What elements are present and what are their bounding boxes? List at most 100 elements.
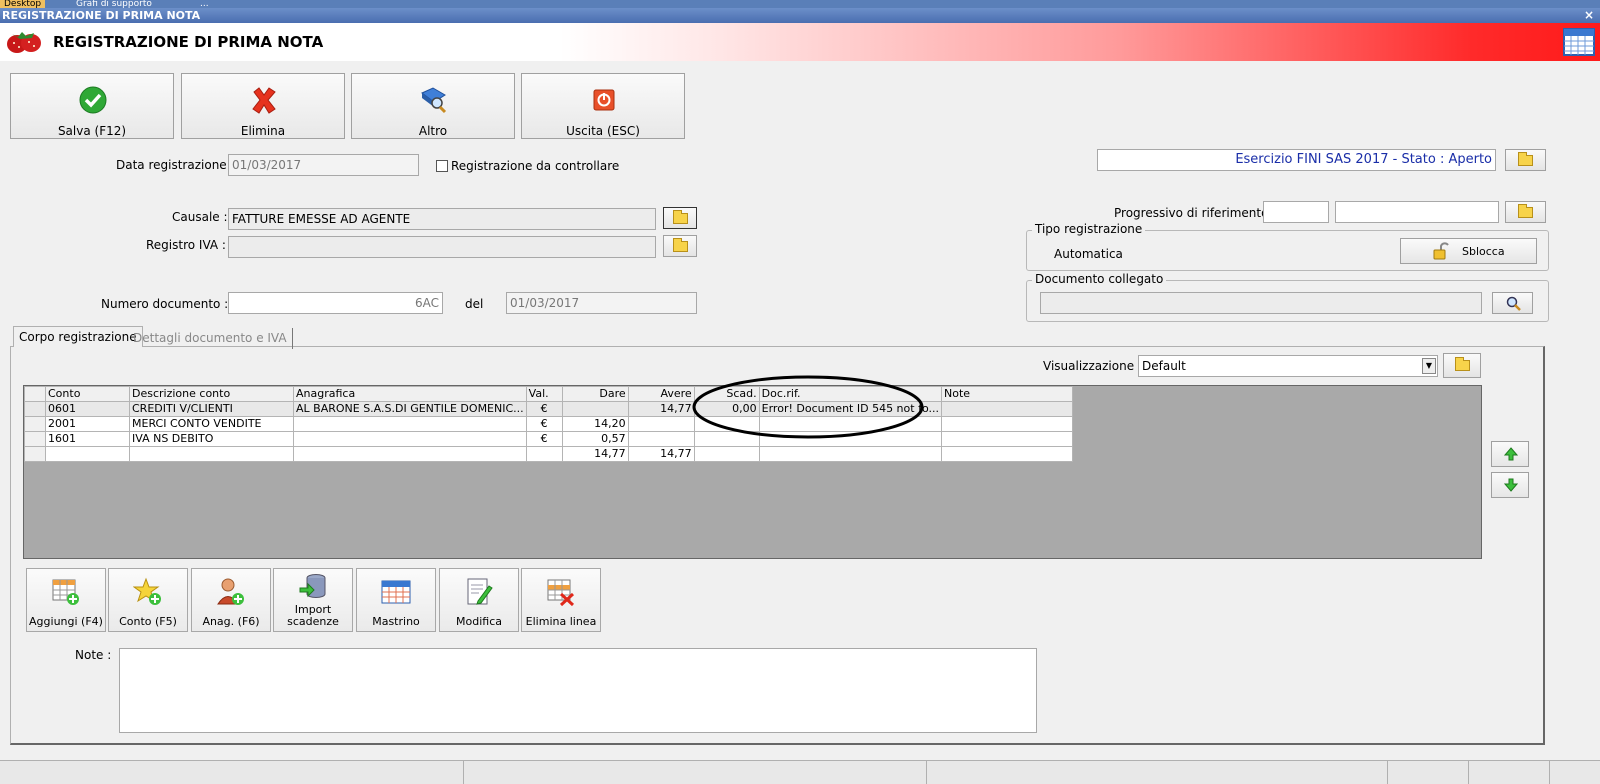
move-down-button[interactable] [1491, 472, 1529, 498]
conto-button[interactable]: Conto (F5) [108, 568, 188, 632]
cell-val[interactable]: € [525, 431, 563, 447]
folder-icon [673, 238, 688, 252]
cell-dare[interactable]: 0,57 [561, 431, 629, 447]
unlock-icon [1433, 242, 1449, 260]
edit-document-icon [467, 578, 493, 605]
power-icon [593, 89, 615, 111]
note-label: Note : [75, 648, 112, 662]
check-icon [79, 86, 107, 114]
cell-anagrafica[interactable] [293, 431, 527, 447]
da-controllare-label: Registrazione da controllare [451, 159, 620, 173]
del-label: del [465, 297, 484, 311]
sblocca-button[interactable]: Sblocca [1400, 238, 1537, 264]
column-header-avere[interactable]: Avere [627, 386, 695, 402]
row-indicator-header [24, 386, 46, 402]
taskbar [0, 0, 1600, 8]
data-registrazione-input[interactable]: 01/03/2017 [228, 154, 419, 176]
move-up-button[interactable] [1491, 441, 1529, 467]
arrow-up-icon [1504, 447, 1518, 461]
cell-avere[interactable]: 14,77 [627, 401, 695, 417]
cell-note[interactable] [940, 416, 1073, 432]
tab-corpo-registrazione[interactable]: Corpo registrazione [13, 326, 143, 347]
status-segment [1388, 761, 1469, 784]
user-add-icon [217, 578, 244, 605]
row-indicator[interactable] [24, 401, 46, 417]
import-scadenze-label: Import scadenze [274, 604, 352, 628]
cell-anagrafica[interactable] [293, 416, 527, 432]
taskbar-tab-desktop[interactable]: Desktop [0, 0, 46, 8]
progressivo-folder-button[interactable] [1505, 201, 1546, 223]
column-header-anagrafica[interactable]: Anagrafica [293, 386, 527, 402]
row-indicator[interactable] [24, 431, 46, 447]
visualizzazione-folder-button[interactable] [1443, 353, 1481, 378]
progressivo-input-2[interactable] [1335, 201, 1499, 223]
aggiungi-button[interactable]: Aggiungi (F4) [26, 568, 106, 632]
elimina-linea-button[interactable]: Elimina linea [521, 568, 601, 632]
documento-collegato-title: Documento collegato [1032, 272, 1167, 286]
registro-iva-folder-button[interactable] [663, 235, 697, 257]
arrow-down-icon [1504, 478, 1518, 492]
cell-avere[interactable] [627, 431, 695, 447]
cell-descrizione[interactable]: IVA NS DEBITO [129, 431, 294, 447]
page-title: REGISTRAZIONE DI PRIMA NOTA [53, 33, 324, 51]
causale-folder-button[interactable] [663, 207, 697, 229]
column-header-val[interactable]: Val. [525, 386, 563, 402]
cell-avere[interactable] [627, 416, 695, 432]
anag-button[interactable]: Anag. (F6) [191, 568, 271, 632]
tab-dettagli-documento[interactable]: Dettagli documento e IVA [128, 328, 293, 349]
modifica-button[interactable]: Modifica [439, 568, 519, 632]
column-header-dare[interactable]: Dare [561, 386, 629, 402]
esercizio-folder-button[interactable] [1505, 149, 1546, 171]
causale-input[interactable]: FATTURE EMESSE AD AGENTE [228, 208, 656, 230]
cell-conto[interactable]: 0601 [45, 401, 130, 417]
total-dare: 14,77 [561, 446, 629, 462]
progressivo-input-1[interactable] [1263, 201, 1329, 223]
taskbar-tab-more[interactable]: ... [196, 0, 213, 8]
close-icon[interactable]: × [1584, 8, 1594, 23]
visualizzazione-select[interactable]: Default ▼ [1138, 355, 1438, 377]
documento-collegato-input[interactable] [1040, 292, 1482, 314]
cell-conto[interactable]: 1601 [45, 431, 130, 447]
cell-anagrafica[interactable]: AL BARONE S.A.S.DI GENTILE DOMENIC... [293, 401, 527, 417]
delete-button[interactable]: Elimina [181, 73, 345, 139]
import-scadenze-button[interactable]: Import scadenze [273, 568, 353, 632]
cell-note[interactable] [940, 431, 1073, 447]
magnifier-icon [1506, 296, 1521, 311]
column-header-note[interactable]: Note [940, 386, 1073, 402]
folder-icon [1455, 357, 1470, 371]
visualizzazione-label: Visualizzazione : [1043, 359, 1142, 373]
cell-val[interactable]: € [525, 401, 563, 417]
status-bar [0, 760, 1600, 784]
row-indicator [24, 446, 46, 462]
esercizio-field: Esercizio FINI SAS 2017 - Stato : Aperto [1097, 149, 1496, 171]
other-button[interactable]: Altro [351, 73, 515, 139]
exit-button[interactable]: Uscita (ESC) [521, 73, 685, 139]
mastrino-button[interactable]: Mastrino [356, 568, 436, 632]
data-documento-input[interactable]: 01/03/2017 [506, 292, 697, 314]
cell-descrizione[interactable]: MERCI CONTO VENDITE [129, 416, 294, 432]
cell-descrizione[interactable]: CREDITI V/CLIENTI [129, 401, 294, 417]
calendar-grid-icon [381, 580, 411, 604]
numero-documento-label: Numero documento : [101, 297, 229, 311]
da-controllare-checkbox[interactable] [436, 160, 448, 172]
cell-note[interactable] [940, 401, 1073, 417]
row-indicator[interactable] [24, 416, 46, 432]
column-header-conto[interactable]: Conto [45, 386, 130, 402]
cell-dare[interactable] [561, 401, 629, 417]
taskbar-tab-grafi[interactable]: Grafi di supporto [72, 0, 156, 8]
note-textarea[interactable] [119, 648, 1037, 733]
column-header-descrizione[interactable]: Descrizione conto [129, 386, 294, 402]
window-titlebar: REGISTRAZIONE DI PRIMA NOTA × [0, 8, 1600, 23]
cell-val[interactable]: € [525, 416, 563, 432]
totals-empty-cell [525, 446, 563, 462]
numero-documento-input[interactable]: 6AC [228, 292, 443, 314]
chevron-down-icon[interactable]: ▼ [1422, 358, 1436, 374]
save-button[interactable]: Salva (F12) [10, 73, 174, 139]
cell-conto[interactable]: 2001 [45, 416, 130, 432]
calendar-icon[interactable] [1563, 28, 1595, 56]
cell-dare[interactable]: 14,20 [561, 416, 629, 432]
grid-delete-icon [547, 579, 575, 607]
documento-collegato-search-button[interactable] [1492, 292, 1533, 314]
registro-iva-input[interactable] [228, 236, 656, 258]
folder-icon [673, 210, 688, 224]
